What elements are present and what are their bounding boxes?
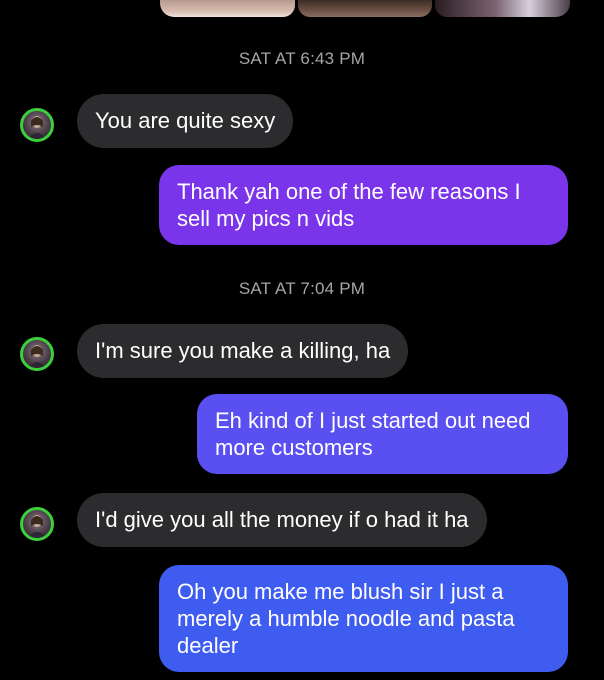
message-text-line: Thank yah one of the few reasons I xyxy=(177,179,521,204)
message-text-line: Oh you make me blush sir I just a xyxy=(177,579,504,604)
message-text-line: I'm sure you make a killing, ha xyxy=(95,338,391,363)
contact-avatar[interactable] xyxy=(20,507,54,541)
contact-avatar[interactable] xyxy=(20,337,54,371)
incoming-message-bubble[interactable]: I'm sure you make a killing, ha xyxy=(77,324,409,378)
outgoing-message-bubble[interactable]: Eh kind of I just started out need more … xyxy=(197,394,568,474)
outgoing-message-bubble[interactable]: Oh you make me blush sir I just a merely… xyxy=(159,565,568,672)
message-text-line: merely a humble noodle and pasta xyxy=(177,606,515,631)
timestamp-divider: SAT AT 7:04 PM xyxy=(238,279,366,298)
timestamp-divider: SAT AT 6:43 PM xyxy=(238,49,366,68)
message-text-line: dealer xyxy=(177,633,239,658)
avatar-person-icon xyxy=(28,116,46,139)
avatar-person-icon xyxy=(28,345,46,368)
incoming-message-bubble[interactable]: I'd give you all the money if o had it h… xyxy=(77,493,487,547)
media-thumbnail[interactable] xyxy=(435,0,571,17)
message-text-line: You are quite sexy xyxy=(95,108,276,133)
message-text-line: sell my pics n vids xyxy=(177,206,355,231)
shared-media-strip[interactable] xyxy=(160,0,571,17)
message-text-line: more customers xyxy=(215,435,373,460)
message-text-line: I'd give you all the money if o had it h… xyxy=(95,507,469,532)
incoming-message-bubble[interactable]: You are quite sexy xyxy=(77,94,294,148)
outgoing-message-bubble[interactable]: Thank yah one of the few reasons I sell … xyxy=(159,165,568,245)
message-text-line: Eh kind of I just started out need xyxy=(215,408,531,433)
avatar-person-icon xyxy=(28,515,46,538)
contact-avatar[interactable] xyxy=(20,108,54,142)
media-thumbnail[interactable] xyxy=(160,0,295,17)
media-thumbnail[interactable] xyxy=(297,0,433,17)
